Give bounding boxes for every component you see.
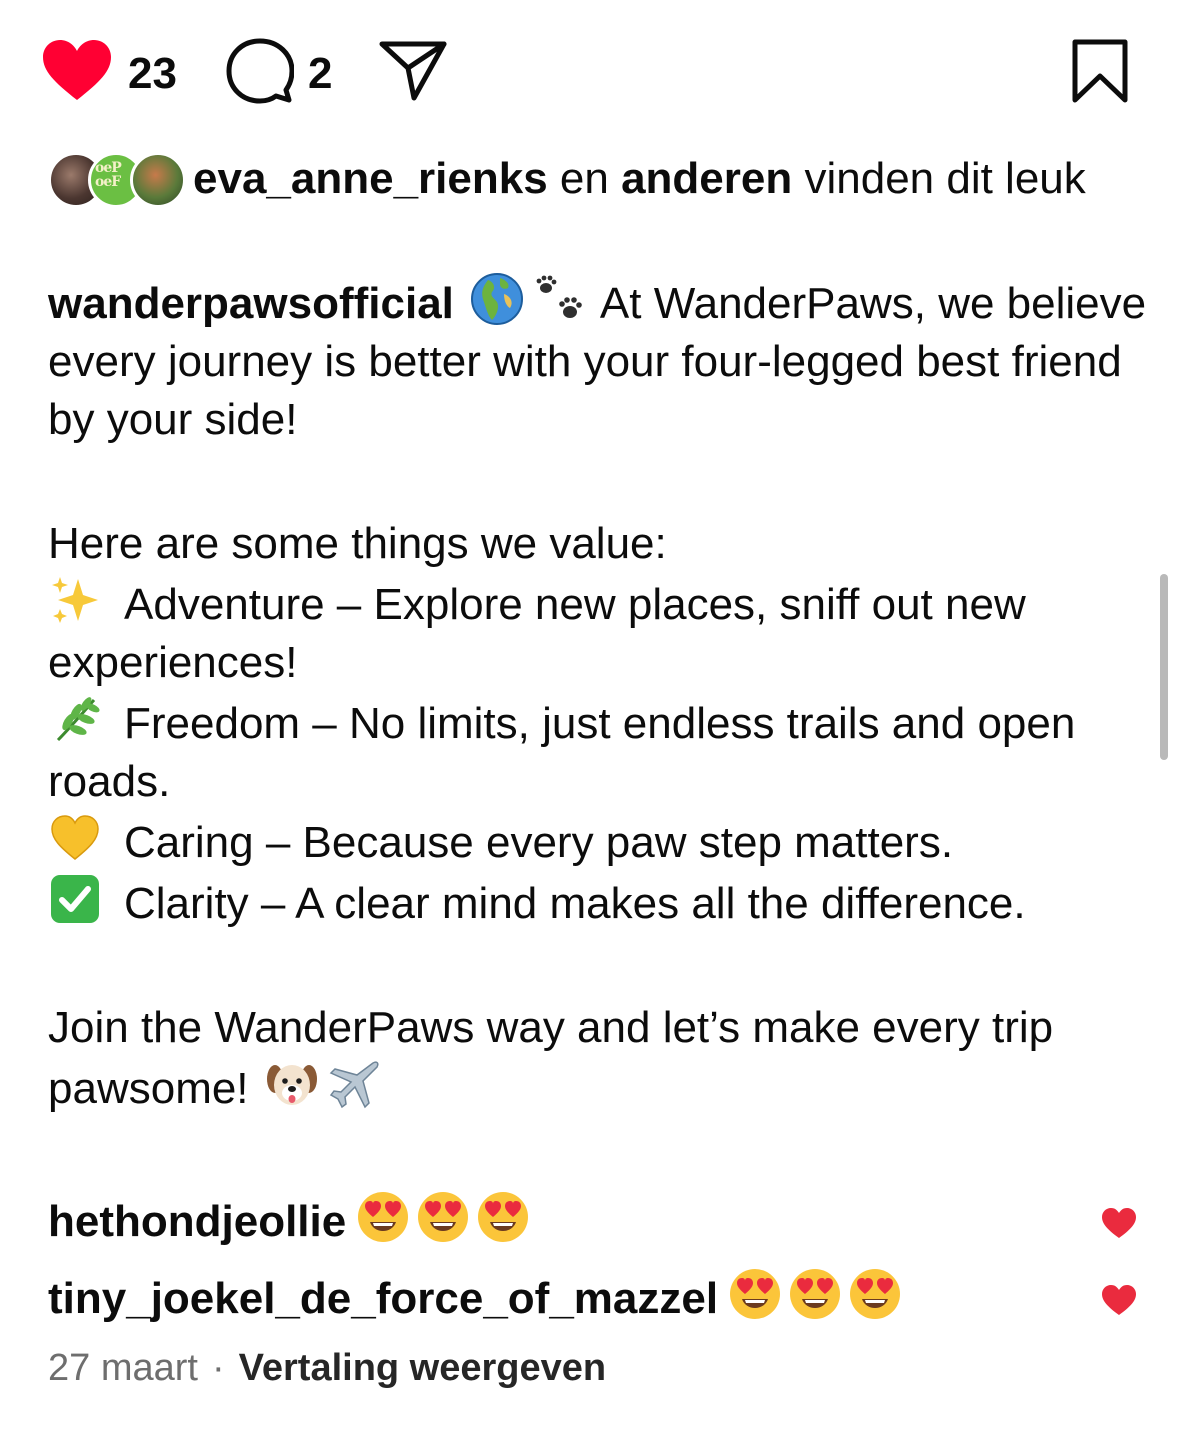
likes-suffix: vinden dit leuk	[792, 154, 1086, 203]
dog-face-emoji	[265, 1057, 319, 1111]
check-mark-button-emoji	[48, 872, 102, 926]
heart-eyes-emoji	[356, 1190, 410, 1244]
value-item-caring: Caring – Because every paw step matters.	[48, 811, 1148, 872]
values-heading: Here are some things we value:	[48, 519, 667, 568]
liker-avatars[interactable]: oeP oeF	[48, 152, 186, 208]
comment-like-heart-icon[interactable]	[1100, 1206, 1138, 1240]
caption-outro-text: Join the WanderPaws way and let’s make e…	[48, 1003, 1066, 1113]
save-button[interactable]	[1070, 38, 1130, 109]
likes-connector: en	[547, 154, 622, 203]
post-caption: wanderpawsofficial At WanderPaws, we bel…	[48, 272, 1148, 1118]
comment-count: 2	[308, 48, 333, 98]
value-text: Caring – Because every paw step matters.	[124, 818, 954, 867]
value-text: Freedom – No limits, just endless trails…	[48, 699, 1088, 806]
comment-username[interactable]: hethondjeollie	[48, 1197, 346, 1246]
post-footer: 27 maart · Vertaling weergeven	[48, 1342, 606, 1394]
translate-link[interactable]: Vertaling weergeven	[239, 1347, 607, 1389]
comment-username[interactable]: tiny_joekel_de_force_of_mazzel	[48, 1274, 718, 1323]
heart-eyes-emoji	[788, 1267, 842, 1321]
value-text: Clarity – A clear mind makes all the dif…	[124, 879, 1026, 928]
heart-eyes-emoji	[476, 1190, 530, 1244]
caption-username[interactable]: wanderpawsofficial	[48, 279, 454, 328]
globe-europe-africa-emoji	[470, 272, 524, 326]
scrollbar[interactable]	[1160, 574, 1168, 760]
action-bar: 23 2	[0, 0, 1179, 140]
bookmark-icon	[1070, 38, 1130, 109]
likes-text: eva_anne_rienks en anderen vinden dit le…	[193, 150, 1123, 208]
comment-bubble-icon	[226, 38, 295, 109]
paw-prints-emoji	[532, 272, 586, 326]
like-button[interactable]: 23	[40, 38, 177, 109]
likes-others-link[interactable]: anderen	[621, 154, 792, 203]
heart-eyes-emoji	[848, 1267, 902, 1321]
value-item-adventure: Adventure – Explore new places, sniff ou…	[48, 573, 1148, 692]
comment-row: tiny_joekel_de_force_of_mazzel	[48, 1267, 1148, 1329]
comment-like-heart-icon[interactable]	[1100, 1283, 1138, 1317]
heart-eyes-emoji	[728, 1267, 782, 1321]
caption-outro: Join the WanderPaws way and let’s make e…	[48, 999, 1148, 1118]
value-item-freedom: Freedom – No limits, just endless trails…	[48, 692, 1148, 811]
avatar	[130, 152, 186, 208]
heart-filled-icon	[40, 38, 114, 109]
share-button[interactable]	[378, 38, 448, 107]
yellow-heart-emoji	[48, 811, 102, 865]
comment-row: hethondjeollie	[48, 1190, 1148, 1252]
heart-eyes-emoji	[416, 1190, 470, 1244]
value-text: Adventure – Explore new places, sniff ou…	[48, 580, 1038, 687]
value-item-clarity: Clarity – A clear mind makes all the dif…	[48, 872, 1148, 933]
paper-plane-icon	[378, 38, 448, 107]
caption-intro: wanderpawsofficial At WanderPaws, we bel…	[48, 272, 1148, 449]
airplane-emoji	[327, 1057, 381, 1111]
like-count: 23	[128, 48, 177, 98]
sparkles-emoji	[48, 573, 102, 627]
post-date: 27 maart	[48, 1347, 198, 1389]
comment-button[interactable]: 2	[226, 38, 332, 109]
liker-username[interactable]: eva_anne_rienks	[193, 154, 548, 203]
footer-separator: ·	[211, 1347, 225, 1389]
herb-emoji	[48, 692, 102, 746]
